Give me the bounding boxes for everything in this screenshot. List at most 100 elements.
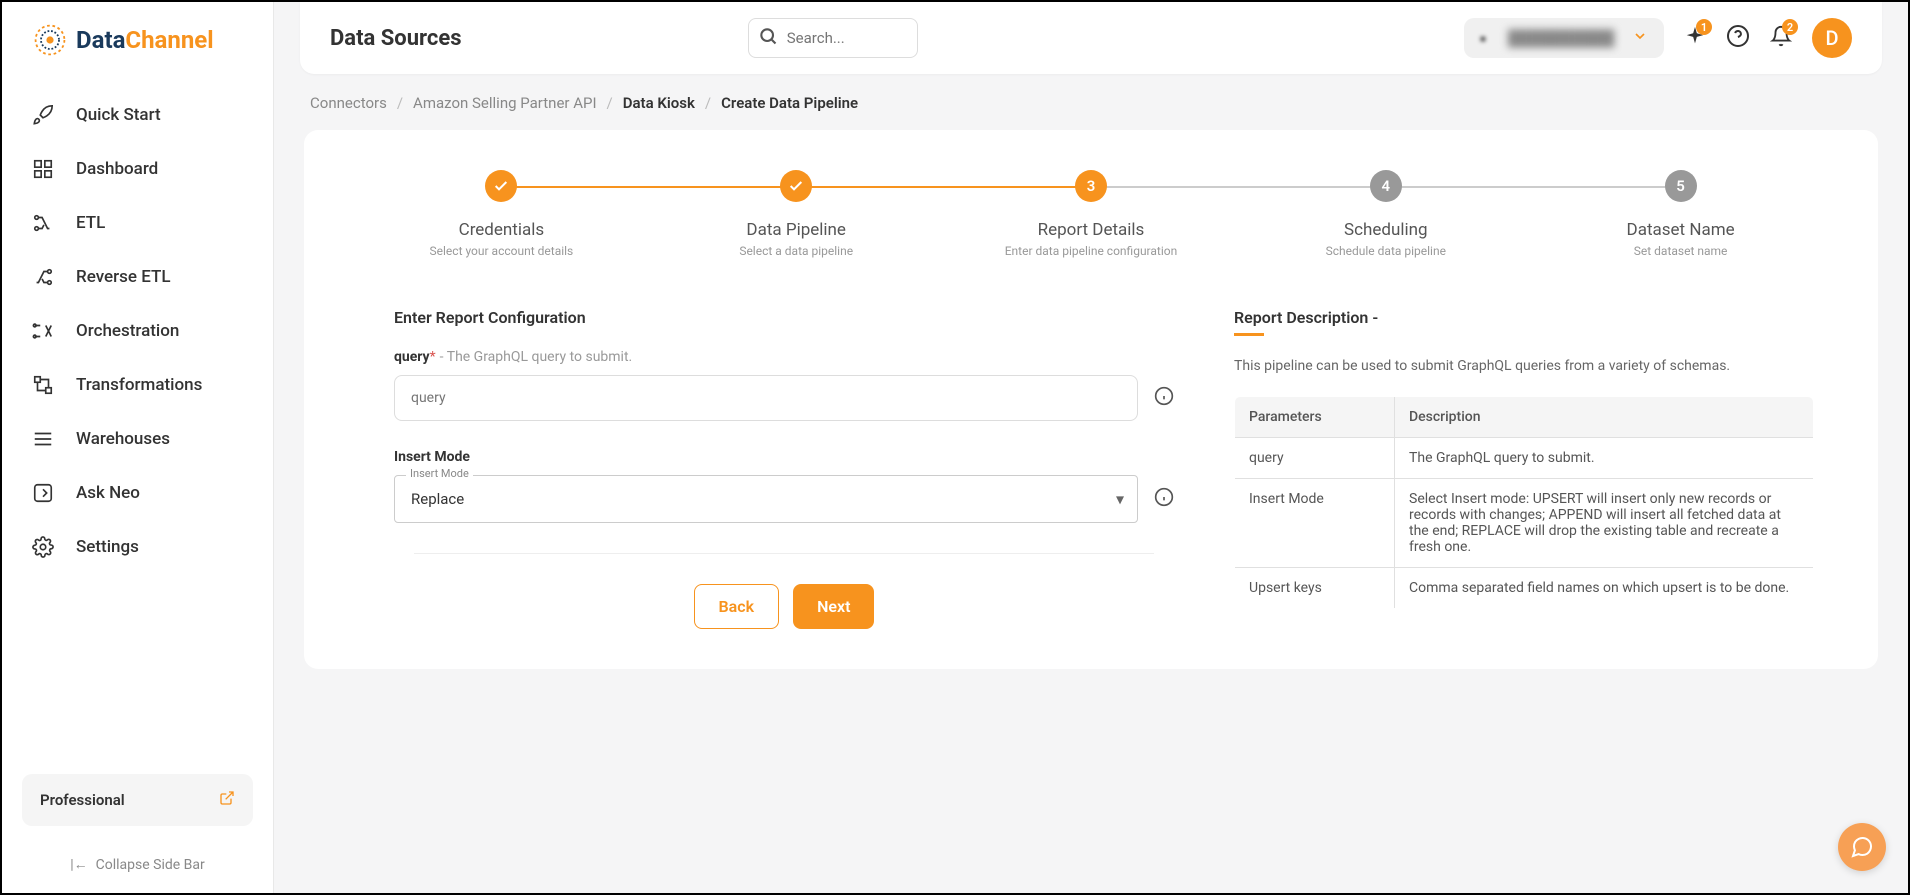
search-box xyxy=(748,18,918,58)
nav-label: Dashboard xyxy=(76,159,158,179)
plan-name: Professional xyxy=(40,791,125,809)
orchestration-icon xyxy=(32,320,54,342)
collapse-sidebar[interactable]: |← Collapse Side Bar xyxy=(22,856,253,873)
workspace-text: ██████████ xyxy=(1508,29,1620,47)
main-content: Data Sources ▪ ██████████ 1 xyxy=(274,2,1908,893)
check-icon xyxy=(780,170,812,202)
back-button[interactable]: Back xyxy=(694,584,780,629)
notifications-badge: 2 xyxy=(1782,19,1798,35)
select-float-label: Insert Mode xyxy=(406,467,473,480)
sidebar-item-reverse-etl[interactable]: Reverse ETL xyxy=(2,250,273,304)
user-avatar[interactable]: D xyxy=(1812,18,1852,58)
nav-label: Transformations xyxy=(76,375,202,395)
step-credentials[interactable]: Credentials Select your account details xyxy=(354,170,649,258)
step-title: Scheduling xyxy=(1344,220,1428,240)
step-data-pipeline[interactable]: Data Pipeline Select a data pipeline xyxy=(649,170,944,258)
next-button[interactable]: Next xyxy=(793,584,874,629)
nav-label: Quick Start xyxy=(76,105,161,125)
workspace-select[interactable]: ▪ ██████████ xyxy=(1464,18,1664,58)
step-sub: Enter data pipeline configuration xyxy=(1005,244,1178,258)
step-sub: Select your account details xyxy=(430,244,574,258)
ask-neo-icon xyxy=(32,482,54,504)
step-number: 3 xyxy=(1075,170,1107,202)
stepper: Credentials Select your account details … xyxy=(354,170,1828,258)
warehouses-icon xyxy=(32,428,54,450)
sparkle-badge: 1 xyxy=(1696,19,1712,35)
table-header-param: Parameters xyxy=(1235,397,1395,438)
info-icon[interactable] xyxy=(1154,386,1174,410)
etl-icon xyxy=(32,212,54,234)
nav-label: Ask Neo xyxy=(76,483,140,503)
transformations-icon xyxy=(32,374,54,396)
sidebar-item-orchestration[interactable]: Orchestration xyxy=(2,304,273,358)
chat-icon xyxy=(1850,835,1874,859)
sidebar-item-dashboard[interactable]: Dashboard xyxy=(2,142,273,196)
nav-label: Settings xyxy=(76,537,139,557)
breadcrumb-current: Create Data Pipeline xyxy=(721,94,858,112)
nav-label: ETL xyxy=(76,213,105,233)
step-title: Credentials xyxy=(459,220,545,240)
step-sub: Set dataset name xyxy=(1634,244,1728,258)
step-title: Report Details xyxy=(1038,220,1145,240)
brand-logo[interactable]: DataChannel xyxy=(2,22,273,88)
sidebar-item-ask-neo[interactable]: Ask Neo xyxy=(2,466,273,520)
table-header-desc: Description xyxy=(1395,397,1814,438)
sidebar-item-etl[interactable]: ETL xyxy=(2,196,273,250)
table-row: Insert ModeSelect Insert mode: UPSERT wi… xyxy=(1235,479,1814,568)
breadcrumb-connectors[interactable]: Connectors xyxy=(310,94,387,112)
step-title: Dataset Name xyxy=(1627,220,1735,240)
search-icon xyxy=(758,26,778,50)
step-scheduling[interactable]: 4 Scheduling Schedule data pipeline xyxy=(1238,170,1533,258)
sidebar-item-transformations[interactable]: Transformations xyxy=(2,358,273,412)
chevron-down-icon xyxy=(1632,28,1648,48)
workspace-icon: ▪ xyxy=(1480,29,1498,47)
sidebar-item-quick-start[interactable]: Quick Start xyxy=(2,88,273,142)
table-row: Upsert keysComma separated field names o… xyxy=(1235,568,1814,609)
insert-mode-select[interactable]: Replace xyxy=(394,475,1138,523)
collapse-icon: |← xyxy=(70,856,87,873)
step-sub: Select a data pipeline xyxy=(739,244,853,258)
breadcrumb-kiosk[interactable]: Data Kiosk xyxy=(623,94,695,112)
sidebar: DataChannel Quick Start Dashboard ETL Re… xyxy=(2,2,274,893)
nav-label: Reverse ETL xyxy=(76,267,171,287)
step-report-details[interactable]: 3 Report Details Enter data pipeline con… xyxy=(944,170,1239,258)
step-dataset-name[interactable]: 5 Dataset Name Set dataset name xyxy=(1533,170,1828,258)
dashboard-icon xyxy=(32,158,54,180)
sidebar-item-warehouses[interactable]: Warehouses xyxy=(2,412,273,466)
report-description-title: Report Description - xyxy=(1234,308,1814,327)
step-number: 5 xyxy=(1665,170,1697,202)
collapse-label: Collapse Side Bar xyxy=(96,857,205,873)
form-section-title: Enter Report Configuration xyxy=(394,308,1174,327)
help-icon xyxy=(1726,24,1750,48)
topbar: Data Sources ▪ ██████████ 1 xyxy=(300,2,1882,74)
insert-mode-label: Insert Mode xyxy=(394,449,1174,465)
notifications-button[interactable]: 2 xyxy=(1770,25,1792,51)
query-input[interactable] xyxy=(394,375,1138,421)
check-icon xyxy=(485,170,517,202)
report-description-text: This pipeline can be used to submit Grap… xyxy=(1234,358,1814,374)
parameters-table: Parameters Description queryThe GraphQL … xyxy=(1234,396,1814,609)
reverse-etl-icon xyxy=(32,266,54,288)
step-title: Data Pipeline xyxy=(746,220,846,240)
divider xyxy=(414,553,1154,554)
external-link-icon xyxy=(219,790,235,810)
sparkle-button[interactable]: 1 xyxy=(1684,25,1706,51)
sidebar-item-settings[interactable]: Settings xyxy=(2,520,273,574)
nav-label: Warehouses xyxy=(76,429,170,449)
plan-card[interactable]: Professional xyxy=(22,774,253,826)
table-row: queryThe GraphQL query to submit. xyxy=(1235,438,1814,479)
nav-label: Orchestration xyxy=(76,321,179,341)
gear-icon xyxy=(32,536,54,558)
step-sub: Schedule data pipeline xyxy=(1326,244,1446,258)
step-number: 4 xyxy=(1370,170,1402,202)
info-icon[interactable] xyxy=(1154,487,1174,511)
sidebar-nav: Quick Start Dashboard ETL Reverse ETL Or… xyxy=(2,88,273,774)
logo-text-1: Data xyxy=(76,26,125,54)
logo-icon xyxy=(32,22,68,58)
breadcrumb: Connectors / Amazon Selling Partner API … xyxy=(304,94,1878,112)
wizard-card: Credentials Select your account details … xyxy=(304,130,1878,669)
chat-fab[interactable] xyxy=(1838,823,1886,871)
breadcrumb-api[interactable]: Amazon Selling Partner API xyxy=(413,94,596,112)
help-button[interactable] xyxy=(1726,24,1750,52)
query-label: query*- The GraphQL query to submit. xyxy=(394,349,1174,365)
